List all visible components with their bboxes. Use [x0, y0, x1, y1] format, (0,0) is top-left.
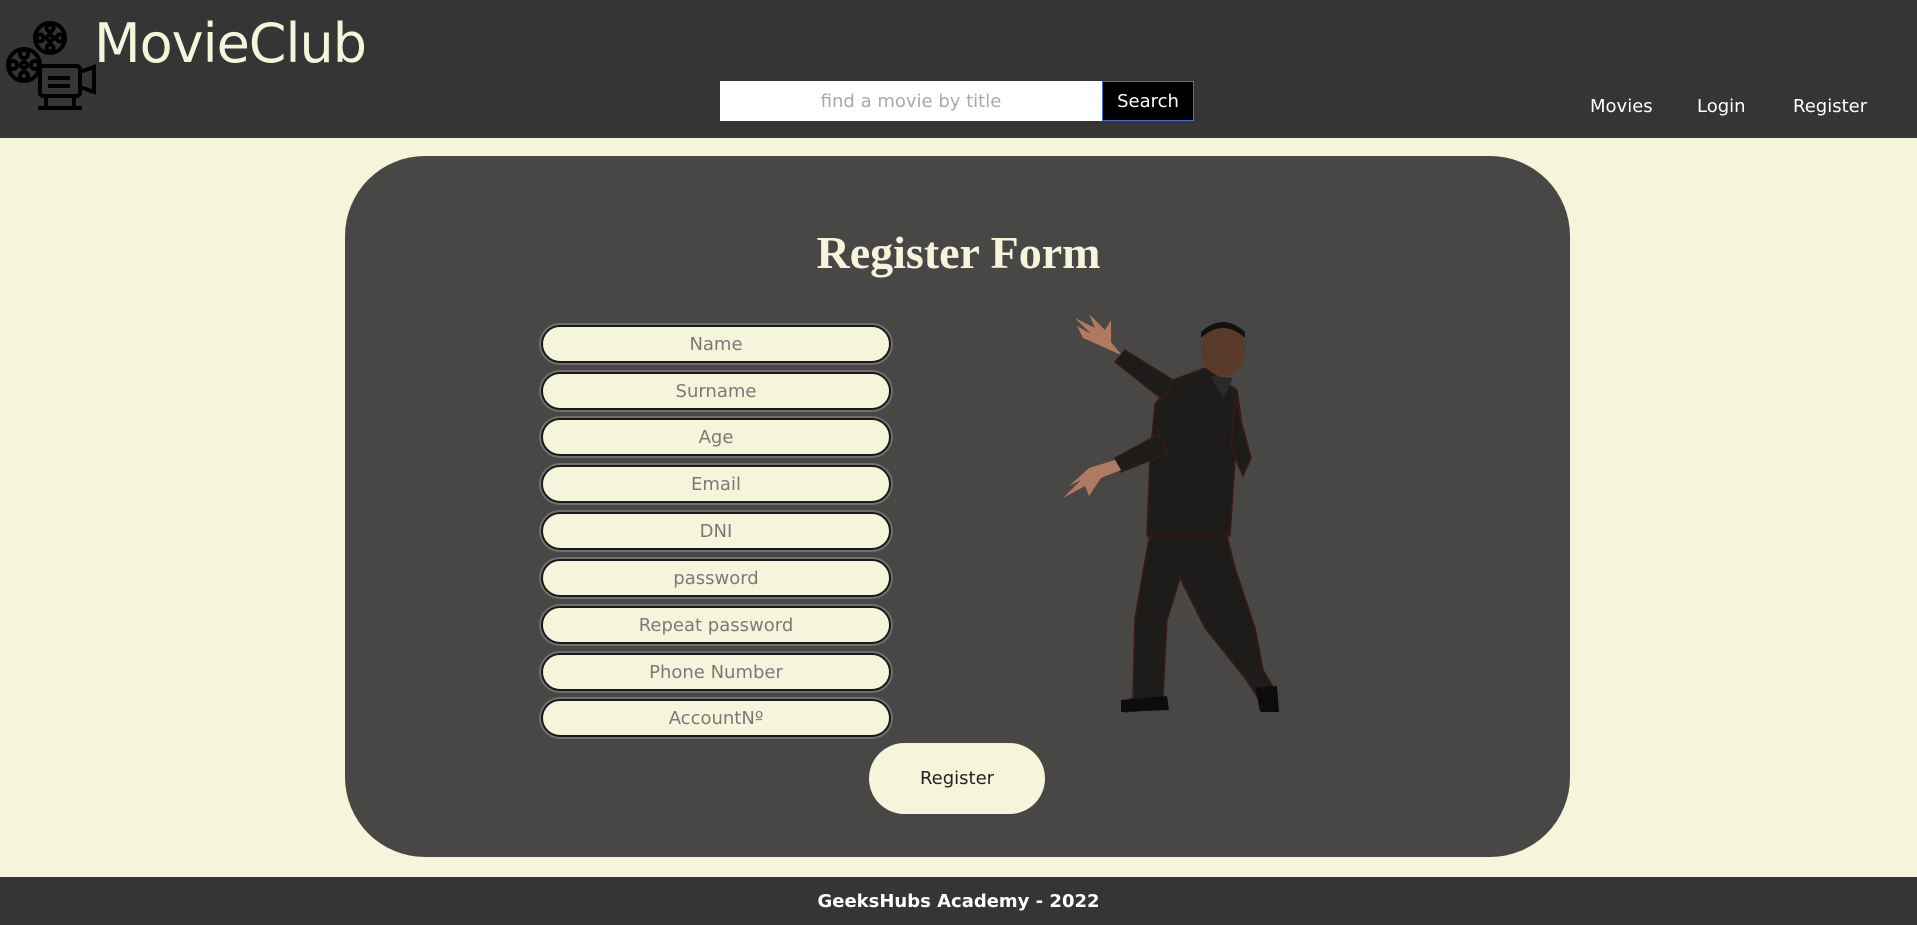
dancing-man-image	[1063, 314, 1279, 713]
nav-movies-link[interactable]: Movies	[1590, 96, 1653, 117]
form-title: Register Form	[816, 227, 1101, 278]
phone-number-field[interactable]	[541, 653, 891, 691]
header: MovieClub Search Movies Login Register	[0, 0, 1917, 138]
repeat-password-field[interactable]	[541, 606, 891, 644]
password-field[interactable]	[541, 559, 891, 597]
surname-field[interactable]	[541, 372, 891, 410]
nav-register-link[interactable]: Register	[1793, 96, 1867, 117]
search-input[interactable]	[720, 81, 1102, 121]
register-submit-button[interactable]: Register	[869, 743, 1045, 814]
nav-login-link[interactable]: Login	[1697, 96, 1746, 117]
footer-text: GeeksHubs Academy - 2022	[817, 890, 1100, 912]
search-button[interactable]: Search	[1102, 81, 1194, 121]
account-number-field[interactable]	[541, 699, 891, 737]
age-field[interactable]	[541, 418, 891, 456]
brand-title[interactable]: MovieClub	[94, 12, 367, 75]
footer: GeeksHubs Academy - 2022	[0, 877, 1917, 925]
name-field[interactable]	[541, 325, 891, 363]
dni-field[interactable]	[541, 512, 891, 550]
film-projector-icon[interactable]	[4, 20, 96, 114]
email-field[interactable]	[541, 465, 891, 503]
